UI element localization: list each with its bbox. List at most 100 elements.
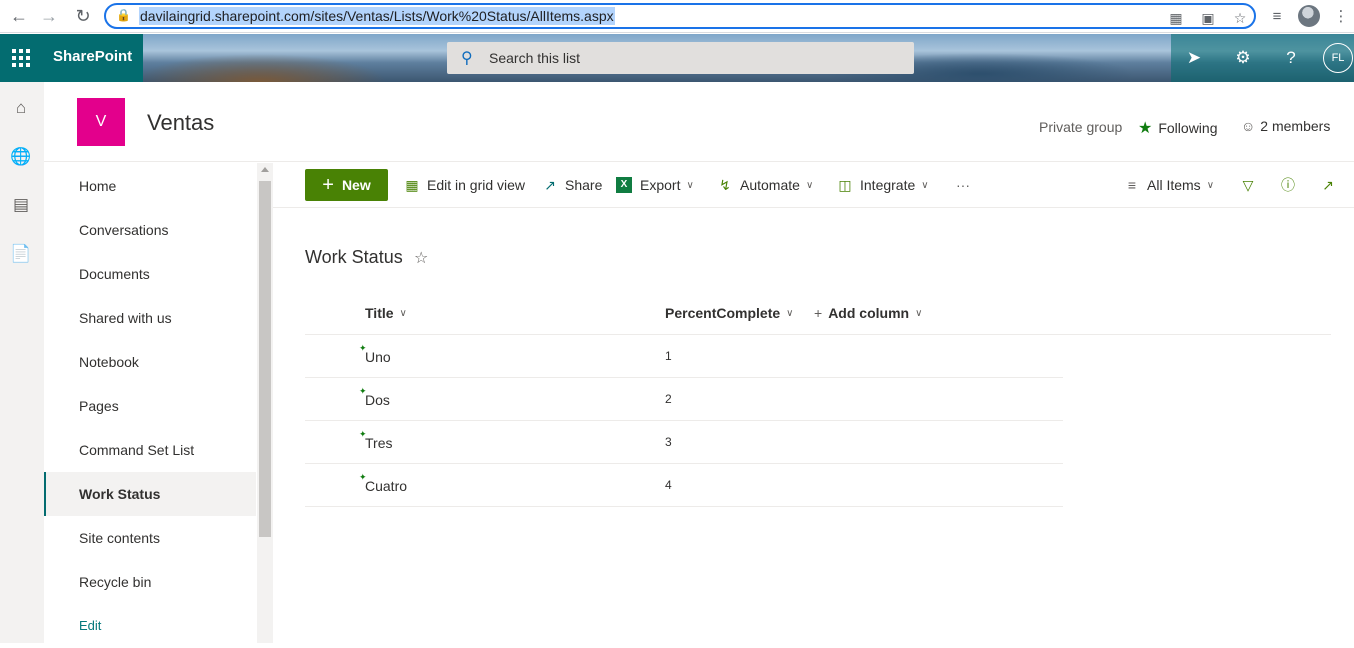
search-input[interactable] xyxy=(489,48,889,68)
share-button[interactable]: ↗ Share xyxy=(541,174,602,196)
globe-icon[interactable]: 🌐 xyxy=(8,144,34,170)
add-column-label: Add column xyxy=(828,305,910,321)
browser-menu-icon[interactable]: ⋮ xyxy=(1330,5,1352,27)
address-bar[interactable]: 🔒 davilaingrid.sharepoint.com/sites/Vent… xyxy=(104,3,1256,29)
table-row[interactable]: ✦ Tres 3 xyxy=(305,421,1063,464)
plus-icon: + xyxy=(322,174,334,196)
site-title[interactable]: Ventas xyxy=(147,110,214,136)
site-logo[interactable]: V xyxy=(77,98,125,146)
share-icon: ↗ xyxy=(544,176,556,193)
nav-item-command-set-list[interactable]: Command Set List xyxy=(44,428,256,472)
nav-scrollbar[interactable] xyxy=(257,163,273,643)
nav-scrollbar-thumb[interactable] xyxy=(259,181,271,537)
sharepoint-brand[interactable]: SharePoint xyxy=(53,48,132,65)
column-header-percentcomplete[interactable]: PercentComplete ∨ xyxy=(665,300,793,326)
gear-icon[interactable]: ⚙ xyxy=(1229,44,1257,72)
nav-item-pages[interactable]: Pages xyxy=(44,384,256,428)
nav-item-notebook[interactable]: Notebook xyxy=(44,340,256,384)
flow-icon: ↯ xyxy=(719,176,731,193)
new-button-label: New xyxy=(341,177,371,193)
view-switcher-label: All Items xyxy=(1147,177,1201,193)
help-icon[interactable]: ? xyxy=(1277,44,1305,72)
row-percent-cell: 1 xyxy=(665,349,672,363)
row-title-cell[interactable]: Dos xyxy=(365,392,390,408)
members-label: 2 members xyxy=(1260,118,1331,134)
expand-button[interactable]: ↗ xyxy=(1319,174,1343,196)
plus-icon: + xyxy=(814,305,823,321)
export-button[interactable]: X Export ∨ xyxy=(616,174,694,196)
list-title: Work Status xyxy=(305,247,403,267)
integrate-button[interactable]: ◫ Integrate ∨ xyxy=(836,174,928,196)
info-button[interactable]: ⓘ xyxy=(1279,174,1303,196)
nav-item-work-status[interactable]: Work Status xyxy=(44,472,256,516)
nav-item-home[interactable]: Home xyxy=(44,164,256,208)
automate-button[interactable]: ↯ Automate ∨ xyxy=(716,174,813,196)
chevron-down-icon: ∨ xyxy=(805,179,814,191)
row-title-cell[interactable]: Cuatro xyxy=(365,478,407,494)
filter-button[interactable]: ▽ xyxy=(1239,174,1263,196)
site-header: V Ventas Private group ★ Following ☺ 2 mem… xyxy=(44,82,1354,162)
export-label: Export xyxy=(640,177,681,193)
reload-icon[interactable]: ↻ xyxy=(70,4,96,28)
more-actions-button[interactable]: ··· xyxy=(956,174,970,196)
news-icon[interactable]: ▤ xyxy=(8,192,34,218)
view-switcher-button[interactable]: ≡ All Items ∨ xyxy=(1123,174,1214,196)
row-percent-cell: 4 xyxy=(665,478,672,492)
new-button[interactable]: + New xyxy=(305,169,388,201)
search-box[interactable]: ⚲ xyxy=(447,42,914,74)
nav-item-recycle-bin[interactable]: Recycle bin xyxy=(44,560,256,604)
share-label: Share xyxy=(565,177,603,193)
person-icon: ☺ xyxy=(1241,118,1256,134)
add-column-button[interactable]: + Add column ∨ xyxy=(814,300,922,326)
excel-icon: X xyxy=(616,177,632,193)
translate-icon[interactable]: ▣ xyxy=(1198,9,1218,27)
command-bar: + New ▦ Edit in grid view ↗ Share X Export ∨ … xyxy=(273,163,1354,208)
row-percent-cell: 3 xyxy=(665,435,672,449)
back-icon[interactable]: ← xyxy=(6,4,32,28)
following-button[interactable]: ★ Following xyxy=(1138,118,1217,138)
edit-grid-view-label: Edit in grid view xyxy=(427,177,526,193)
chevron-down-icon: ∨ xyxy=(915,307,923,319)
nav-item-conversations[interactable]: Conversations xyxy=(44,208,256,252)
row-title-cell[interactable]: Uno xyxy=(365,349,391,365)
address-url[interactable]: davilaingrid.sharepoint.com/sites/Ventas… xyxy=(139,7,615,25)
nav-edit-link[interactable]: Edit xyxy=(44,604,256,648)
table-row[interactable]: ✦ Dos 2 xyxy=(305,378,1063,421)
automate-label: Automate xyxy=(740,177,800,193)
nav-item-site-contents[interactable]: Site contents xyxy=(44,516,256,560)
members-button[interactable]: ☺ 2 members xyxy=(1241,118,1330,134)
edit-grid-view-button[interactable]: ▦ Edit in grid view xyxy=(403,174,525,196)
app-launcher-icon[interactable] xyxy=(0,34,42,82)
scroll-up-icon[interactable] xyxy=(261,167,269,172)
document-icon[interactable]: 📄 xyxy=(8,241,34,267)
expand-icon: ↗ xyxy=(1322,176,1334,193)
row-title-cell[interactable]: Tres xyxy=(365,435,392,451)
user-avatar[interactable]: FL xyxy=(1323,43,1353,73)
home-icon[interactable]: ⌂ xyxy=(8,95,34,121)
table-row[interactable]: ✦ Uno 1 xyxy=(305,335,1063,378)
chevron-down-icon: ∨ xyxy=(686,179,694,191)
browser-toolbar: ← → ↻ 🔒 davilaingrid.sharepoint.com/site… xyxy=(0,0,1354,33)
privacy-label: Private group xyxy=(1039,119,1123,135)
integrate-label: Integrate xyxy=(860,177,916,193)
bookmark-star-icon[interactable]: ☆ xyxy=(1230,9,1250,27)
column-header-title[interactable]: Title ∨ xyxy=(365,300,407,326)
megaphone-icon[interactable]: ➤ xyxy=(1180,44,1208,72)
reading-list-icon[interactable]: ≡ xyxy=(1266,5,1288,27)
app-bar: ⌂ 🌐 ▤ 📄 xyxy=(0,82,44,643)
nav-item-documents[interactable]: Documents xyxy=(44,252,256,296)
table-row[interactable]: ✦ Cuatro 4 xyxy=(305,464,1063,507)
chevron-down-icon: ∨ xyxy=(786,307,794,319)
column-header-title-label: Title xyxy=(365,305,394,321)
chevron-down-icon: ∨ xyxy=(399,307,407,319)
browser-profile-avatar[interactable] xyxy=(1298,5,1320,27)
filter-icon: ▽ xyxy=(1242,176,1254,193)
qr-code-icon[interactable]: ▦ xyxy=(1166,9,1186,27)
suite-brand-area: SharePoint xyxy=(0,34,143,82)
favorite-star-icon[interactable]: ☆ xyxy=(414,248,428,268)
nav-item-shared-with-us[interactable]: Shared with us xyxy=(44,296,256,340)
column-header-percent-label: PercentComplete xyxy=(665,305,781,321)
forward-icon[interactable]: → xyxy=(36,4,62,28)
view-list-icon: ≡ xyxy=(1127,177,1137,193)
info-icon: ⓘ xyxy=(1281,177,1295,193)
